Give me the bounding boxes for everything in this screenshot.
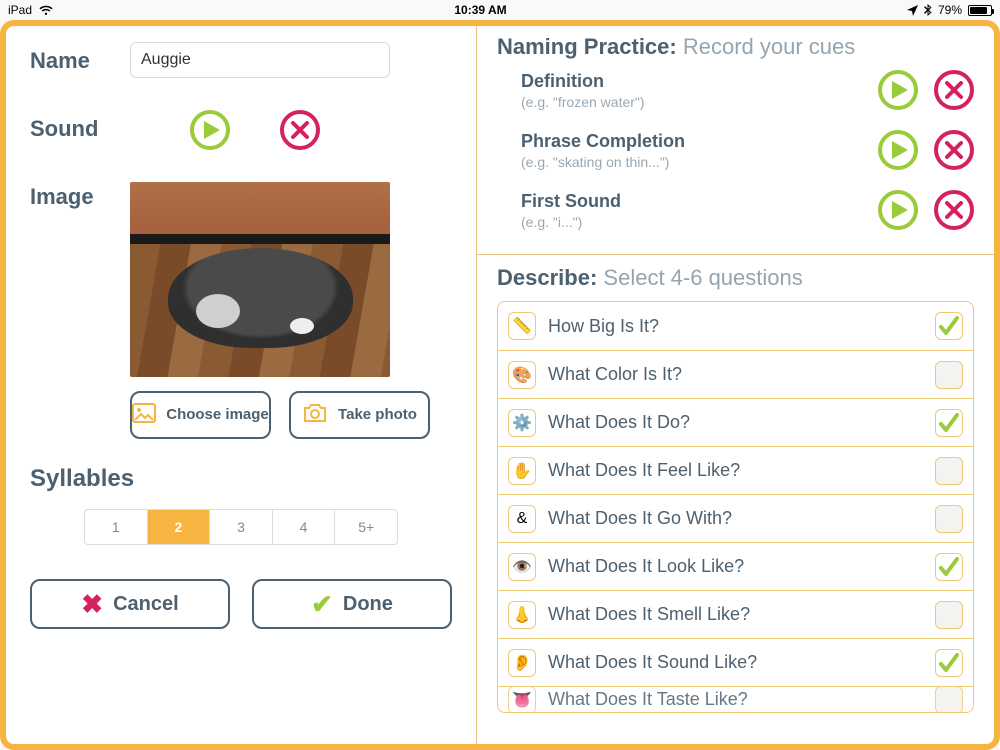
done-button[interactable]: ✔ Done	[252, 579, 452, 629]
choose-image-label: Choose image	[166, 407, 269, 424]
naming-title: Naming Practice:	[497, 34, 677, 59]
cue-title: First Sound	[521, 191, 878, 212]
syllables-segmented: 12345+	[84, 509, 398, 545]
sound-play-button[interactable]	[190, 110, 230, 150]
cue-delete-button[interactable]	[934, 190, 974, 230]
question-icon: 📏	[508, 312, 536, 340]
image-icon	[132, 403, 156, 428]
image-thumbnail[interactable]	[130, 182, 390, 377]
cancel-label: Cancel	[113, 593, 179, 615]
name-input[interactable]	[130, 42, 390, 78]
carrier-label: iPad	[8, 3, 32, 17]
describe-title: Describe:	[497, 265, 597, 290]
question-checkbox[interactable]	[935, 409, 963, 437]
question-row[interactable]: ⚙️ What Does It Do?	[498, 398, 973, 446]
cue-delete-button[interactable]	[934, 130, 974, 170]
syllables-label: Syllables	[30, 465, 452, 493]
location-icon	[907, 5, 918, 16]
question-label: What Does It Sound Like?	[548, 652, 935, 673]
wifi-icon	[38, 4, 54, 16]
describe-heading: Describe: Select 4-6 questions	[497, 265, 974, 291]
syllable-option-5+[interactable]: 5+	[334, 510, 397, 544]
question-list[interactable]: 📏 How Big Is It? 🎨 What Color Is It? ⚙️ What …	[497, 301, 974, 713]
question-label: What Does It Look Like?	[548, 556, 935, 577]
question-icon: 🎨	[508, 361, 536, 389]
question-row[interactable]: 👅 What Does It Taste Like?	[498, 686, 973, 712]
cue-example: (e.g. "skating on thin...")	[521, 154, 878, 170]
cue-title: Phrase Completion	[521, 131, 878, 152]
x-icon: ✖	[81, 590, 103, 619]
question-icon: &	[508, 505, 536, 533]
describe-subtitle: Select 4-6 questions	[603, 265, 802, 290]
syllable-option-3[interactable]: 3	[209, 510, 272, 544]
cue-play-button[interactable]	[878, 190, 918, 230]
check-icon: ✔	[311, 590, 333, 619]
cue-title: Definition	[521, 71, 878, 92]
naming-subtitle: Record your cues	[683, 34, 855, 59]
question-row[interactable]: 🎨 What Color Is It?	[498, 350, 973, 398]
question-checkbox[interactable]	[935, 601, 963, 629]
syllable-option-4[interactable]: 4	[272, 510, 335, 544]
question-icon: 👃	[508, 601, 536, 629]
done-label: Done	[343, 593, 393, 615]
clock: 10:39 AM	[454, 3, 506, 17]
cue-example: (e.g. "i...")	[521, 214, 878, 230]
question-row[interactable]: 👃 What Does It Smell Like?	[498, 590, 973, 638]
question-icon: 👁️	[508, 553, 536, 581]
question-label: What Does It Go With?	[548, 508, 935, 529]
question-checkbox[interactable]	[935, 553, 963, 581]
question-icon: 👅	[508, 686, 536, 714]
syllable-option-2[interactable]: 2	[147, 510, 210, 544]
question-label: What Does It Taste Like?	[548, 689, 935, 710]
battery-pct: 79%	[938, 3, 962, 17]
question-label: What Does It Do?	[548, 412, 935, 433]
question-checkbox[interactable]	[935, 312, 963, 340]
question-row[interactable]: 👁️ What Does It Look Like?	[498, 542, 973, 590]
question-checkbox[interactable]	[935, 361, 963, 389]
syllable-option-1[interactable]: 1	[85, 510, 147, 544]
question-row[interactable]: 👂 What Does It Sound Like?	[498, 638, 973, 686]
take-photo-button[interactable]: Take photo	[289, 391, 430, 439]
cue-play-button[interactable]	[878, 70, 918, 110]
camera-icon	[302, 403, 328, 428]
question-checkbox[interactable]	[935, 505, 963, 533]
question-label: What Does It Feel Like?	[548, 460, 935, 481]
naming-heading: Naming Practice: Record your cues	[497, 34, 974, 60]
cue-example: (e.g. "frozen water")	[521, 94, 878, 110]
question-label: What Color Is It?	[548, 364, 935, 385]
question-icon: ⚙️	[508, 409, 536, 437]
cue-row: Definition (e.g. "frozen water")	[497, 60, 974, 120]
take-photo-label: Take photo	[338, 407, 417, 424]
name-label: Name	[30, 42, 130, 74]
cue-row: Phrase Completion (e.g. "skating on thin.…	[497, 120, 974, 180]
question-row[interactable]: &What Does It Go With?	[498, 494, 973, 542]
image-label: Image	[30, 178, 130, 210]
choose-image-button[interactable]: Choose image	[130, 391, 271, 439]
sound-delete-button[interactable]	[280, 110, 320, 150]
cue-row: First Sound (e.g. "i...")	[497, 180, 974, 240]
bluetooth-icon	[924, 4, 932, 16]
sound-label: Sound	[30, 110, 130, 142]
cue-play-button[interactable]	[878, 130, 918, 170]
question-label: What Does It Smell Like?	[548, 604, 935, 625]
question-checkbox[interactable]	[935, 457, 963, 485]
battery-icon	[968, 5, 992, 16]
question-checkbox[interactable]	[935, 686, 963, 714]
cue-delete-button[interactable]	[934, 70, 974, 110]
question-icon: ✋	[508, 457, 536, 485]
cancel-button[interactable]: ✖ Cancel	[30, 579, 230, 629]
question-label: How Big Is It?	[548, 316, 935, 337]
status-bar: iPad 10:39 AM 79%	[0, 0, 1000, 20]
question-row[interactable]: ✋ What Does It Feel Like?	[498, 446, 973, 494]
question-icon: 👂	[508, 649, 536, 677]
question-row[interactable]: 📏 How Big Is It?	[498, 302, 973, 350]
question-checkbox[interactable]	[935, 649, 963, 677]
